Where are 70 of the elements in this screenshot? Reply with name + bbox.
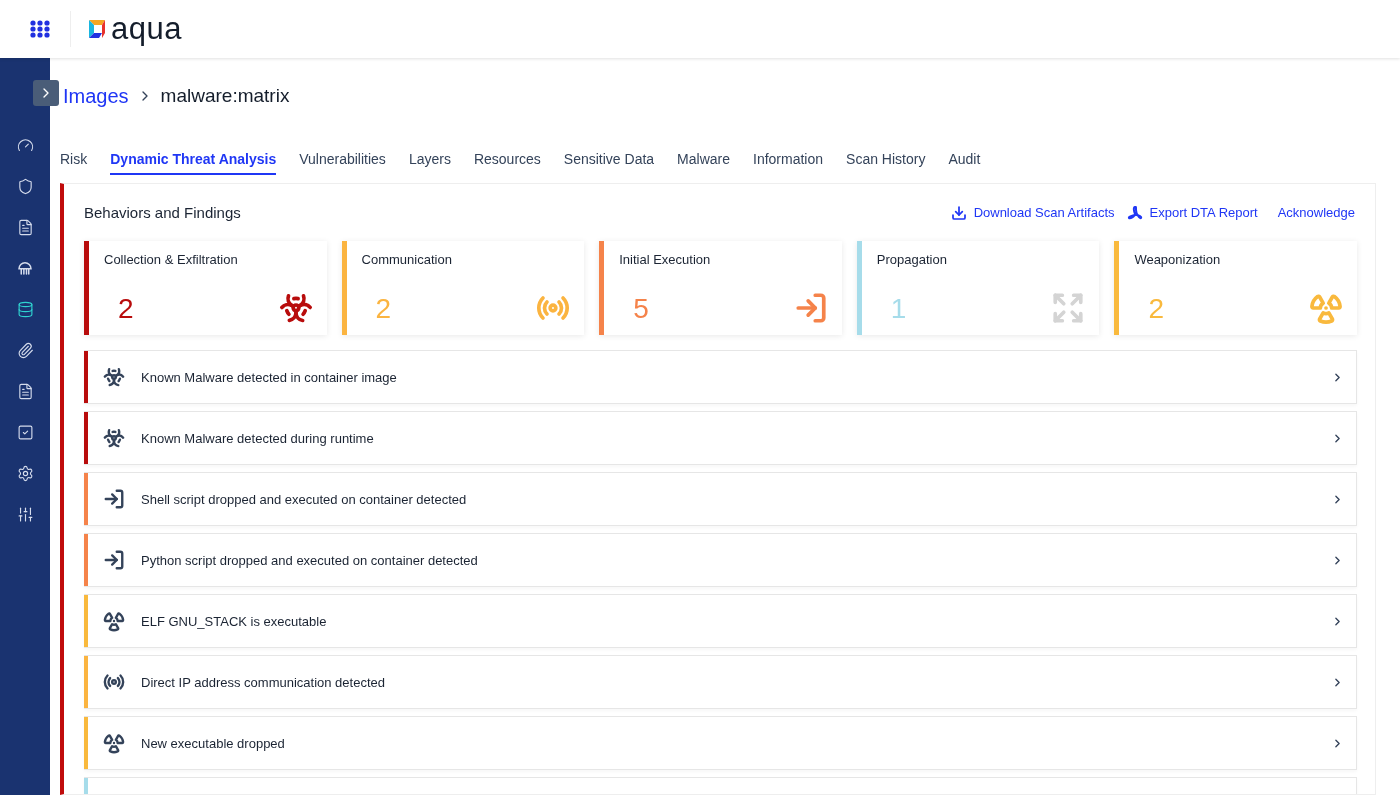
biohazard-icon — [103, 366, 125, 388]
biohazard-icon — [278, 291, 313, 325]
category-card[interactable]: Weaponization 2 — [1114, 241, 1357, 335]
category-label: Initial Execution — [619, 252, 712, 267]
category-label: Weaponization — [1134, 252, 1222, 267]
swirl-icon — [1126, 204, 1143, 221]
logo-text: aqua — [111, 11, 182, 47]
finding-text: ELF GNU_STACK is executable — [141, 613, 328, 629]
finding-row[interactable]: New executable dropped — [84, 716, 1357, 770]
document-icon — [16, 382, 34, 400]
panel-title: Behaviors and Findings — [84, 204, 241, 221]
category-card[interactable]: Initial Execution 5 — [599, 241, 842, 335]
tab[interactable]: Dynamic Threat Analysis — [110, 150, 277, 175]
tab[interactable]: Risk — [60, 150, 88, 175]
tab[interactable]: Layers — [408, 150, 451, 175]
radiation-icon — [103, 610, 125, 632]
category-count: 5 — [632, 294, 649, 325]
tab[interactable]: Vulnerabilities — [299, 150, 386, 175]
signal-icon — [103, 671, 125, 693]
category-label: Propagation — [876, 252, 948, 267]
finding-text: Python script dropped and executed on container detected — [141, 552, 479, 568]
entry-arrow-icon — [103, 549, 125, 571]
finding-text: Known Malware detected during runtime — [141, 430, 375, 446]
breadcrumb-current: malware:matrix — [160, 85, 290, 107]
tab[interactable]: Sensitive Data — [563, 150, 655, 175]
finding-row[interactable]: Shell script dropped and executed on container detected — [84, 472, 1357, 526]
category-count: 2 — [374, 294, 392, 325]
breadcrumb-link[interactable]: Images — [63, 84, 129, 108]
entry-arrow-icon — [103, 488, 125, 510]
action-link[interactable]: Export DTA Report — [1126, 204, 1258, 221]
expand-toggle-button[interactable] — [33, 80, 59, 106]
action-link[interactable]: Download Scan Artifacts — [950, 204, 1115, 221]
category-card[interactable]: Collection & Exfiltration 2 — [84, 241, 327, 335]
settings-icon — [16, 464, 34, 482]
app-grid-icon[interactable] — [30, 20, 50, 38]
finding-row[interactable]: Known Malware detected during runtime — [84, 411, 1357, 465]
finding-row[interactable]: Python script dropped and executed on container detected — [84, 533, 1357, 587]
four-arrows-icon — [1051, 291, 1086, 325]
category-label: Communication — [361, 252, 453, 267]
document-icon — [16, 218, 34, 236]
finding-text: New executable dropped — [141, 735, 286, 751]
paperclip-icon — [16, 341, 34, 359]
sliders-icon — [16, 505, 34, 523]
finding-text: Shell script dropped and executed on container detected — [141, 491, 468, 507]
category-card[interactable]: Propagation 1 — [856, 241, 1100, 335]
tab[interactable]: Audit — [948, 150, 981, 175]
category-label: Collection & Exfiltration — [104, 252, 239, 267]
category-count: 2 — [1147, 294, 1164, 325]
shield-icon — [16, 177, 34, 195]
gauge-icon — [16, 136, 34, 154]
tab[interactable]: Scan History — [846, 150, 926, 175]
tab[interactable]: Malware — [677, 150, 730, 175]
finding-text: Known Malware detected in container image — [141, 369, 398, 385]
radiation-icon — [103, 732, 125, 754]
database-icon — [16, 300, 34, 318]
category-count: 1 — [889, 294, 907, 325]
tab[interactable]: Information — [753, 150, 824, 175]
finding-row[interactable]: Known Malware detected in container image — [84, 350, 1357, 404]
download-icon — [950, 204, 967, 221]
biohazard-icon — [103, 427, 125, 449]
action-link[interactable]: Acknowledge — [1277, 205, 1355, 220]
tab[interactable]: Resources — [473, 150, 541, 175]
radiation-icon — [1308, 291, 1343, 325]
finding-row[interactable]: ELF GNU_STACK is executable — [84, 594, 1357, 648]
category-count: 2 — [117, 294, 134, 325]
category-card[interactable]: Communication 2 — [341, 241, 585, 335]
finding-text: Direct IP address communication detected — [141, 674, 386, 690]
jellyfish-icon — [16, 259, 34, 277]
checkbox-icon — [16, 423, 34, 441]
finding-row[interactable]: Direct IP address communication detected — [84, 655, 1357, 709]
